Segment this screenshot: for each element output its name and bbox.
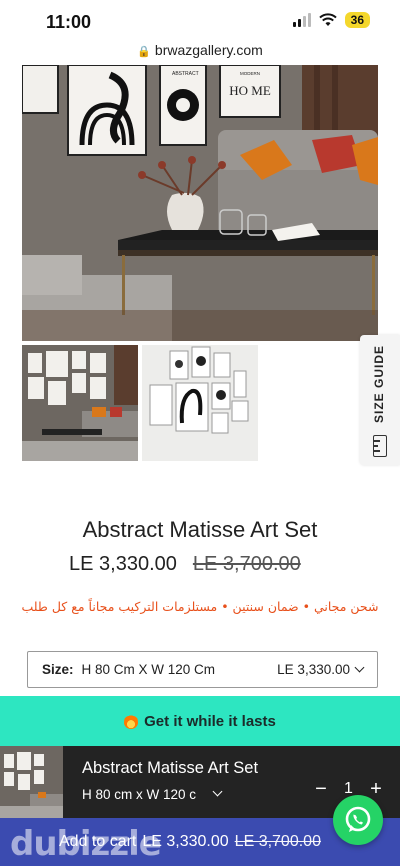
product-page: 11:00 36 🔒 brwazgallery.com ABSTRACT HO …: [0, 0, 400, 866]
whatsapp-icon: [345, 806, 371, 832]
poster-home-text: HO ME: [229, 83, 271, 98]
size-selector[interactable]: Size: H 80 Cm X W 120 Cm LE 3,330.00: [27, 651, 378, 688]
signal-icon: [292, 13, 311, 27]
size-guide-label: SIZE GUIDE: [372, 345, 386, 424]
url-text: brwazgallery.com: [154, 42, 263, 58]
thumbnail-set-image: [142, 345, 258, 461]
urgency-banner: Get it while it lasts: [0, 696, 400, 746]
status-bar: 11:00 36: [0, 0, 400, 42]
compare-price: LE 3,700.00: [192, 553, 301, 575]
dubizzle-watermark: dubizzle: [10, 824, 162, 864]
poster-modern-text: MODERN: [240, 71, 260, 76]
sticky-product-title: Abstract Matisse Art Set: [82, 759, 259, 777]
ruler-icon: [373, 435, 387, 457]
size-label: Size:: [42, 662, 74, 677]
sale-price: LE 3,330.00: [69, 553, 177, 575]
lock-icon: 🔒: [137, 46, 151, 58]
status-time: 11:00: [46, 12, 92, 32]
decrease-quantity-button[interactable]: −: [312, 779, 330, 799]
promo-text: شحن مجاني • ضمان سنتين • مستلزمات التركي…: [21, 599, 379, 614]
sticky-product-thumbnail: [0, 746, 63, 818]
address-bar[interactable]: 🔒 brwazgallery.com: [0, 42, 400, 64]
chevron-down-icon: [354, 662, 365, 673]
status-indicators: 36: [292, 12, 370, 28]
living-room-scene: ABSTRACT HO ME MODERN: [22, 65, 378, 341]
size-price: LE 3,330.00: [277, 662, 350, 677]
product-thumbnail-2[interactable]: [142, 345, 258, 461]
whatsapp-chat-button[interactable]: [333, 795, 383, 845]
product-thumbnail-1[interactable]: [22, 345, 138, 461]
quantity-stepper: − 1 +: [312, 779, 385, 799]
fire-icon: [124, 713, 139, 729]
thumbnail-room-image: [22, 345, 138, 461]
wifi-icon: [318, 13, 337, 26]
poster-abstract-text: ABSTRACT: [172, 71, 199, 77]
sticky-variant-select[interactable]: H 80 cm x W 120 c: [82, 787, 222, 802]
add-to-cart-compare-price: LE 3,700.00: [234, 833, 321, 850]
product-title: Abstract Matisse Art Set: [82, 517, 318, 542]
increase-quantity-button[interactable]: +: [367, 779, 385, 799]
size-guide-button[interactable]: SIZE GUIDE: [360, 335, 400, 465]
battery-icon: 36: [344, 12, 370, 28]
price-row: LE 3,330.00 LE 3,700.00: [69, 553, 301, 576]
sticky-thumbnail-image: [0, 746, 63, 818]
product-main-image[interactable]: ABSTRACT HO ME MODERN: [22, 65, 378, 341]
urgency-text: Get it while it lasts: [144, 712, 276, 730]
size-value: H 80 Cm X W 120 Cm: [81, 662, 216, 677]
